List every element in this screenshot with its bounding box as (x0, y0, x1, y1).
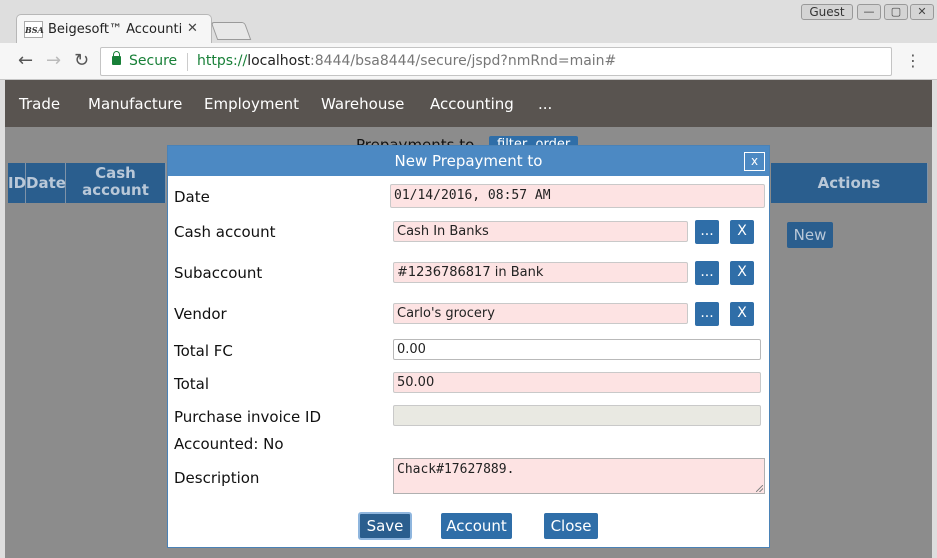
browser-menu-icon[interactable]: ⋮ (905, 51, 921, 70)
new-tab-button[interactable] (210, 22, 252, 40)
maximize-icon[interactable]: ▢ (884, 4, 908, 20)
tab-title: Beigesoft™ Accounti (48, 22, 183, 37)
reload-icon[interactable]: ↻ (74, 51, 89, 71)
column-header-date: Date (26, 163, 66, 203)
resize-grip-icon[interactable] (756, 485, 763, 492)
url-scheme: https:// (197, 53, 248, 69)
column-header-cash-account-label: Cash account (82, 164, 149, 199)
subaccount-clear-button[interactable]: X (730, 261, 754, 285)
address-bar: ← → ↻ Secure https://localhost:8444/bsa8… (0, 43, 937, 80)
dialog-title: New Prepayment to (394, 152, 543, 170)
cash-account-input[interactable]: Cash In Banks (393, 221, 688, 242)
total-input[interactable]: 50.00 (393, 372, 761, 393)
cash-account-pick-button[interactable]: ... (695, 220, 719, 244)
lock-icon (112, 51, 121, 65)
main-nav: Trade Manufacture Employment Warehouse A… (5, 80, 932, 127)
column-header-date-label: Date (26, 174, 66, 192)
minimize-icon[interactable]: — (857, 4, 881, 20)
vendor-pick-button[interactable]: ... (695, 302, 719, 326)
profile-badge[interactable]: Guest (801, 4, 853, 20)
column-header-actions-label: Actions (817, 174, 881, 192)
forward-arrow-icon[interactable]: → (46, 51, 61, 71)
url-text: https://localhost:8444/bsa8444/secure/js… (197, 53, 616, 69)
vendor-label: Vendor (174, 305, 227, 323)
nav-item-accounting[interactable]: Accounting (430, 95, 514, 113)
subaccount-pick-button[interactable]: ... (695, 261, 719, 285)
purchase-invoice-id-input[interactable] (393, 405, 761, 426)
column-header-id: ID (8, 163, 26, 203)
new-button[interactable]: New (787, 222, 833, 248)
dialog-header: New Prepayment to x (168, 146, 769, 176)
column-header-cash-account: Cash account (66, 163, 166, 203)
vendor-clear-button[interactable]: X (730, 302, 754, 326)
date-label: Date (174, 188, 210, 206)
nav-item-employment[interactable]: Employment (204, 95, 299, 113)
url-input[interactable]: Secure https://localhost:8444/bsa8444/se… (100, 47, 892, 76)
purchase-invoice-id-label: Purchase invoice ID (174, 408, 321, 426)
total-fc-label: Total FC (174, 342, 233, 360)
nav-item-trade[interactable]: Trade (19, 95, 60, 113)
window-close-icon[interactable]: ✕ (910, 4, 934, 20)
browser-tab[interactable]: BSA Beigesoft™ Accounti ✕ (16, 14, 212, 44)
nav-item-manufacture[interactable]: Manufacture (88, 95, 182, 113)
accounted-status: Accounted: No (174, 435, 284, 453)
total-label: Total (174, 375, 210, 393)
subaccount-label: Subaccount (174, 264, 263, 282)
bsa-logo-icon: BSA (24, 21, 44, 38)
nav-item-more[interactable]: ... (538, 95, 552, 113)
close-button[interactable]: Close (544, 513, 598, 539)
save-button[interactable]: Save (358, 512, 412, 540)
new-prepayment-dialog: New Prepayment to x Date 01/14/2016, 08:… (167, 145, 770, 548)
description-text: Chack#17627889. (397, 462, 515, 477)
cash-account-label: Cash account (174, 223, 276, 241)
url-host: localhost (247, 53, 311, 69)
account-button[interactable]: Account (441, 513, 512, 539)
tab-close-icon[interactable]: ✕ (187, 21, 198, 36)
url-path: :8444/bsa8444/secure/jspd?nmRnd=main# (310, 53, 617, 69)
subaccount-input[interactable]: #1236786817 in Bank (393, 262, 688, 283)
omnibox-divider (187, 53, 188, 71)
column-header-id-label: ID (8, 174, 27, 192)
total-fc-input[interactable]: 0.00 (393, 339, 761, 360)
nav-item-warehouse[interactable]: Warehouse (321, 95, 404, 113)
browser-titlebar: BSA Beigesoft™ Accounti ✕ Guest — ▢ ✕ (0, 0, 937, 44)
description-textarea[interactable]: Chack#17627889. (393, 458, 765, 494)
date-input[interactable]: 01/14/2016, 08:57 AM (390, 184, 765, 208)
vendor-input[interactable]: Carlo's grocery (393, 303, 688, 324)
cash-account-clear-button[interactable]: X (730, 220, 754, 244)
secure-label: Secure (129, 53, 178, 69)
description-label: Description (174, 469, 260, 487)
column-header-actions: Actions (771, 163, 928, 203)
back-arrow-icon[interactable]: ← (18, 51, 33, 71)
dialog-close-button[interactable]: x (744, 152, 765, 171)
